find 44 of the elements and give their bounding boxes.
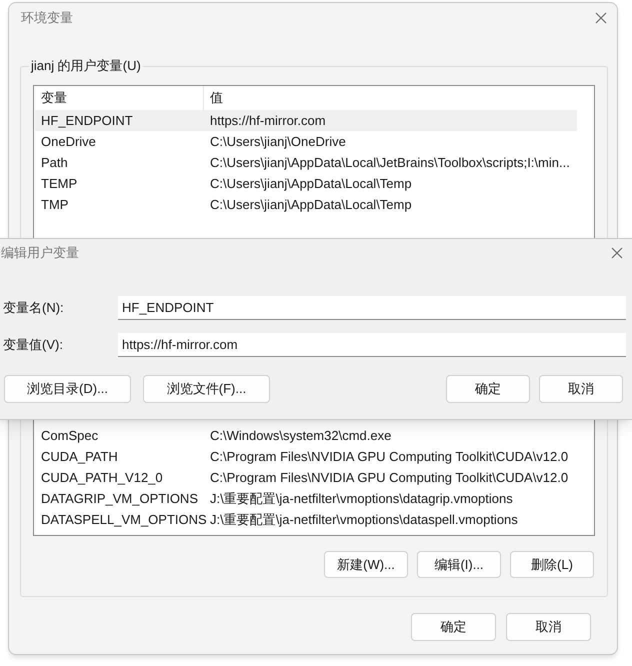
variable-name: ComSpec — [40, 426, 100, 445]
close-icon[interactable] — [611, 247, 623, 259]
list-row[interactable]: TMP C:\Users\jianj\AppData\Local\Temp — [35, 194, 577, 215]
list-action-button[interactable]: 删除(L) — [510, 551, 594, 578]
variable-value: C:\Users\jianj\OneDrive — [209, 132, 346, 151]
variable-value: C:\Windows\system32\cmd.exe — [209, 426, 392, 445]
dialog-button[interactable]: 确定 — [411, 613, 496, 641]
dialog-button[interactable]: 确定 — [446, 375, 530, 403]
variable-value: C:\Users\jianj\AppData\Local\Temp — [209, 174, 412, 193]
variable-name: DATASPELL_VM_OPTIONS — [40, 510, 204, 529]
variable-name: OneDrive — [40, 132, 97, 151]
list-row[interactable]: Path C:\Users\jianj\AppData\Local\JetBrains\Toolbox\scripts;I:\min... — [35, 152, 577, 173]
variable-name: CUDA_PATH_V12_0 — [40, 468, 164, 487]
variable-name: DATAGRIP_VM_OPTIONS — [40, 490, 199, 508]
list-row[interactable]: OneDrive C:\Users\jianj\OneDrive — [35, 131, 577, 152]
variable-name: HF_ENDPOINT — [40, 112, 134, 130]
variable-value: C:\Program Files\NVIDIA GPU Computing Toolkit\CUDA\v12.0 — [209, 448, 568, 466]
variable-value: C:\Users\jianj\AppData\Local\Temp — [209, 196, 412, 214]
group-label: jianj 的用户变量(U) — [29, 58, 143, 74]
browse-button[interactable]: 浏览文件(F)... — [143, 375, 270, 403]
dialog-button[interactable]: 取消 — [539, 375, 623, 403]
variable-value: https://hf-mirror.com — [209, 112, 326, 130]
variable-value: C:\Program Files\NVIDIA GPU Computing Toolkit\CUDA\v12.0 — [209, 468, 568, 487]
dialog-button[interactable]: 取消 — [506, 613, 591, 641]
browse-button[interactable]: 浏览目录(D)... — [4, 375, 131, 403]
input-field[interactable]: HF_ENDPOINT — [118, 296, 626, 320]
field-label: 变量值(V): — [2, 336, 64, 354]
window-title: 环境变量 — [21, 9, 73, 28]
column-header[interactable]: 值 — [204, 86, 223, 110]
variable-value: C:\Users\jianj\AppData\Local\JetBrains\Toolbox\scripts;I:\min... — [209, 154, 570, 172]
field-label: 变量名(N): — [2, 299, 65, 318]
close-icon[interactable] — [595, 12, 607, 24]
list-row[interactable]: HF_ENDPOINT https://hf-mirror.com — [35, 110, 577, 131]
input-field[interactable]: https://hf-mirror.com — [118, 333, 626, 357]
variable-value: J:\重要配置\ja-netfilter\vmoptions\datagrip.vmoptions — [209, 490, 513, 508]
list-action-button[interactable]: 编辑(I)... — [417, 551, 501, 578]
variable-value: J:\重要配置\ja-netfilter\vmoptions\dataspell.vmoptions — [209, 510, 518, 529]
variable-name: CUDA_PATH — [40, 448, 119, 466]
dialog-title: 编辑用户变量 — [1, 244, 79, 262]
list-row[interactable]: TEMP C:\Users\jianj\AppData\Local\Temp — [35, 173, 577, 194]
list-action-button[interactable]: 新建(W)... — [324, 551, 408, 578]
variable-name: Path — [40, 154, 69, 172]
variable-name: TEMP — [40, 174, 78, 193]
variable-name: TMP — [40, 196, 70, 214]
